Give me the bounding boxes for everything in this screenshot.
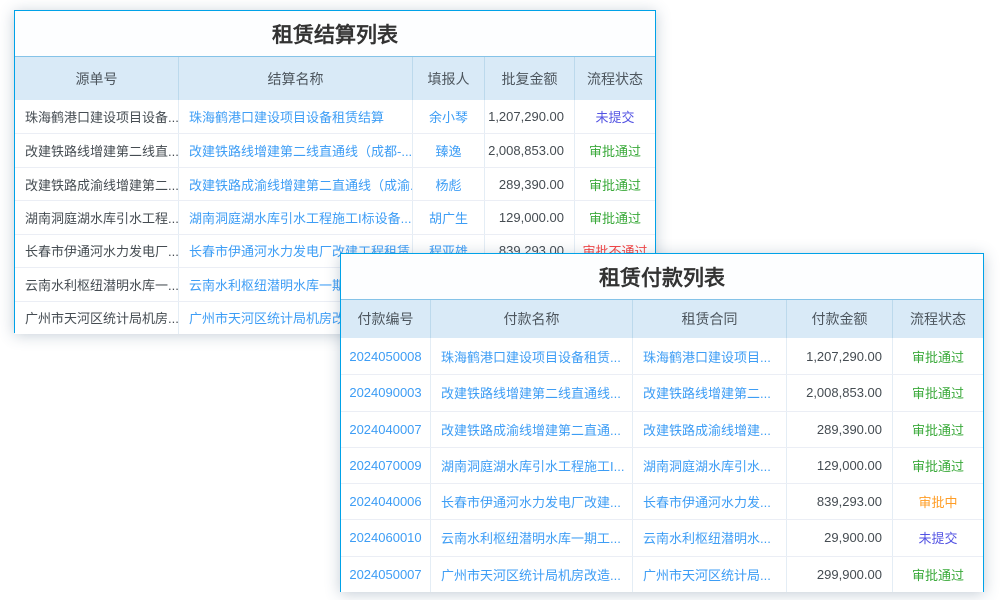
status-badge: 未提交 bbox=[575, 100, 655, 133]
source-no-cell: 改建铁路线增建第二线直... bbox=[15, 134, 179, 166]
payment-amount-cell: 839,293.00 bbox=[787, 484, 893, 519]
t1-column-header: 填报人 bbox=[413, 57, 485, 100]
t2-column-header: 付款金额 bbox=[787, 300, 893, 338]
payment-name-link[interactable]: 广州市天河区统计局机房改造... bbox=[431, 557, 633, 592]
payment-no-link[interactable]: 2024090003 bbox=[341, 375, 431, 410]
payment-table-header: 付款编号付款名称租赁合同付款金额流程状态 bbox=[341, 300, 983, 338]
settlement-name-link[interactable]: 改建铁路线增建第二线直通线（成都-... bbox=[179, 134, 413, 166]
t1-table-row: 改建铁路线增建第二线直...改建铁路线增建第二线直通线（成都-...臻逸2,00… bbox=[15, 133, 655, 166]
settlement-name-link[interactable]: 湖南洞庭湖水库引水工程施工I标设备... bbox=[179, 201, 413, 233]
source-no-cell: 广州市天河区统计局机房... bbox=[15, 302, 179, 334]
status-badge: 审批通过 bbox=[575, 168, 655, 200]
t2-table-row: 2024050008珠海鹤港口建设项目设备租赁...珠海鹤港口建设项目...1,… bbox=[341, 338, 983, 374]
lease-contract-link[interactable]: 云南水利枢纽潜明水... bbox=[633, 520, 787, 555]
payment-amount-cell: 2,008,853.00 bbox=[787, 375, 893, 410]
source-no-cell: 湖南洞庭湖水库引水工程... bbox=[15, 201, 179, 233]
t2-table-row: 2024060010云南水利枢纽潜明水库一期工...云南水利枢纽潜明水...29… bbox=[341, 519, 983, 555]
t1-column-header: 流程状态 bbox=[575, 57, 655, 100]
payment-no-link[interactable]: 2024050008 bbox=[341, 338, 431, 374]
source-no-cell: 云南水利枢纽潜明水库一... bbox=[15, 268, 179, 300]
status-badge: 未提交 bbox=[893, 520, 983, 555]
payment-table-body: 2024050008珠海鹤港口建设项目设备租赁...珠海鹤港口建设项目...1,… bbox=[341, 338, 983, 592]
t2-column-header: 租赁合同 bbox=[633, 300, 787, 338]
payment-amount-cell: 29,900.00 bbox=[787, 520, 893, 555]
t2-table-row: 2024090003改建铁路线增建第二线直通线...改建铁路线增建第二...2,… bbox=[341, 374, 983, 410]
lease-contract-link[interactable]: 改建铁路线增建第二... bbox=[633, 375, 787, 410]
payment-name-link[interactable]: 改建铁路线增建第二线直通线... bbox=[431, 375, 633, 410]
settlement-name-link[interactable]: 珠海鹤港口建设项目设备租赁结算 bbox=[179, 100, 413, 133]
payment-amount-cell: 129,000.00 bbox=[787, 448, 893, 483]
payment-no-link[interactable]: 2024070009 bbox=[341, 448, 431, 483]
payment-amount-cell: 1,207,290.00 bbox=[787, 338, 893, 374]
source-no-cell: 长春市伊通河水力发电厂... bbox=[15, 235, 179, 267]
payment-amount-cell: 299,900.00 bbox=[787, 557, 893, 592]
t2-table-row: 2024070009湖南洞庭湖水库引水工程施工I...湖南洞庭湖水库引水...1… bbox=[341, 447, 983, 483]
t2-column-header: 付款名称 bbox=[431, 300, 633, 338]
payment-name-link[interactable]: 云南水利枢纽潜明水库一期工... bbox=[431, 520, 633, 555]
status-badge: 审批通过 bbox=[893, 338, 983, 374]
payment-no-link[interactable]: 2024050007 bbox=[341, 557, 431, 592]
payment-no-link[interactable]: 2024040006 bbox=[341, 484, 431, 519]
settlement-list-title: 租赁结算列表 bbox=[15, 11, 655, 57]
t2-table-row: 2024040007改建铁路成渝线增建第二直通...改建铁路成渝线增建...28… bbox=[341, 411, 983, 447]
t2-column-header: 付款编号 bbox=[341, 300, 431, 338]
lease-contract-link[interactable]: 湖南洞庭湖水库引水... bbox=[633, 448, 787, 483]
t1-column-header: 源单号 bbox=[15, 57, 179, 100]
settlement-name-link[interactable]: 改建铁路成渝线增建第二直通线（成渝... bbox=[179, 168, 413, 200]
payment-no-link[interactable]: 2024060010 bbox=[341, 520, 431, 555]
approved-amount-cell: 2,008,853.00 bbox=[485, 134, 575, 166]
payment-name-link[interactable]: 长春市伊通河水力发电厂改建... bbox=[431, 484, 633, 519]
status-badge: 审批通过 bbox=[575, 134, 655, 166]
payment-no-link[interactable]: 2024040007 bbox=[341, 412, 431, 447]
status-badge: 审批通过 bbox=[893, 412, 983, 447]
status-badge: 审批通过 bbox=[575, 201, 655, 233]
status-badge: 审批中 bbox=[893, 484, 983, 519]
payment-name-link[interactable]: 湖南洞庭湖水库引水工程施工I... bbox=[431, 448, 633, 483]
settlement-table-header: 源单号结算名称填报人批复金额流程状态 bbox=[15, 57, 655, 100]
payment-name-link[interactable]: 珠海鹤港口建设项目设备租赁... bbox=[431, 338, 633, 374]
t1-table-row: 湖南洞庭湖水库引水工程...湖南洞庭湖水库引水工程施工I标设备...胡广生129… bbox=[15, 200, 655, 233]
lease-contract-link[interactable]: 改建铁路成渝线增建... bbox=[633, 412, 787, 447]
reporter-link[interactable]: 余小琴 bbox=[413, 100, 485, 133]
payment-amount-cell: 289,390.00 bbox=[787, 412, 893, 447]
lease-contract-link[interactable]: 珠海鹤港口建设项目... bbox=[633, 338, 787, 374]
t2-table-row: 2024050007广州市天河区统计局机房改造...广州市天河区统计局...29… bbox=[341, 556, 983, 592]
t1-table-row: 珠海鹤港口建设项目设备...珠海鹤港口建设项目设备租赁结算余小琴1,207,29… bbox=[15, 100, 655, 133]
approved-amount-cell: 1,207,290.00 bbox=[485, 100, 575, 133]
status-badge: 审批通过 bbox=[893, 375, 983, 410]
status-badge: 审批通过 bbox=[893, 557, 983, 592]
lease-contract-link[interactable]: 长春市伊通河水力发... bbox=[633, 484, 787, 519]
source-no-cell: 珠海鹤港口建设项目设备... bbox=[15, 100, 179, 133]
reporter-link[interactable]: 胡广生 bbox=[413, 201, 485, 233]
status-badge: 审批通过 bbox=[893, 448, 983, 483]
t1-column-header: 批复金额 bbox=[485, 57, 575, 100]
t2-column-header: 流程状态 bbox=[893, 300, 983, 338]
approved-amount-cell: 289,390.00 bbox=[485, 168, 575, 200]
payment-list-title: 租赁付款列表 bbox=[341, 254, 983, 300]
approved-amount-cell: 129,000.00 bbox=[485, 201, 575, 233]
reporter-link[interactable]: 杨彪 bbox=[413, 168, 485, 200]
lease-contract-link[interactable]: 广州市天河区统计局... bbox=[633, 557, 787, 592]
t1-table-row: 改建铁路成渝线增建第二...改建铁路成渝线增建第二直通线（成渝...杨彪289,… bbox=[15, 167, 655, 200]
payment-name-link[interactable]: 改建铁路成渝线增建第二直通... bbox=[431, 412, 633, 447]
reporter-link[interactable]: 臻逸 bbox=[413, 134, 485, 166]
source-no-cell: 改建铁路成渝线增建第二... bbox=[15, 168, 179, 200]
payment-list-card: 租赁付款列表 付款编号付款名称租赁合同付款金额流程状态 2024050008珠海… bbox=[340, 253, 984, 592]
t2-table-row: 2024040006长春市伊通河水力发电厂改建...长春市伊通河水力发...83… bbox=[341, 483, 983, 519]
t1-column-header: 结算名称 bbox=[179, 57, 413, 100]
